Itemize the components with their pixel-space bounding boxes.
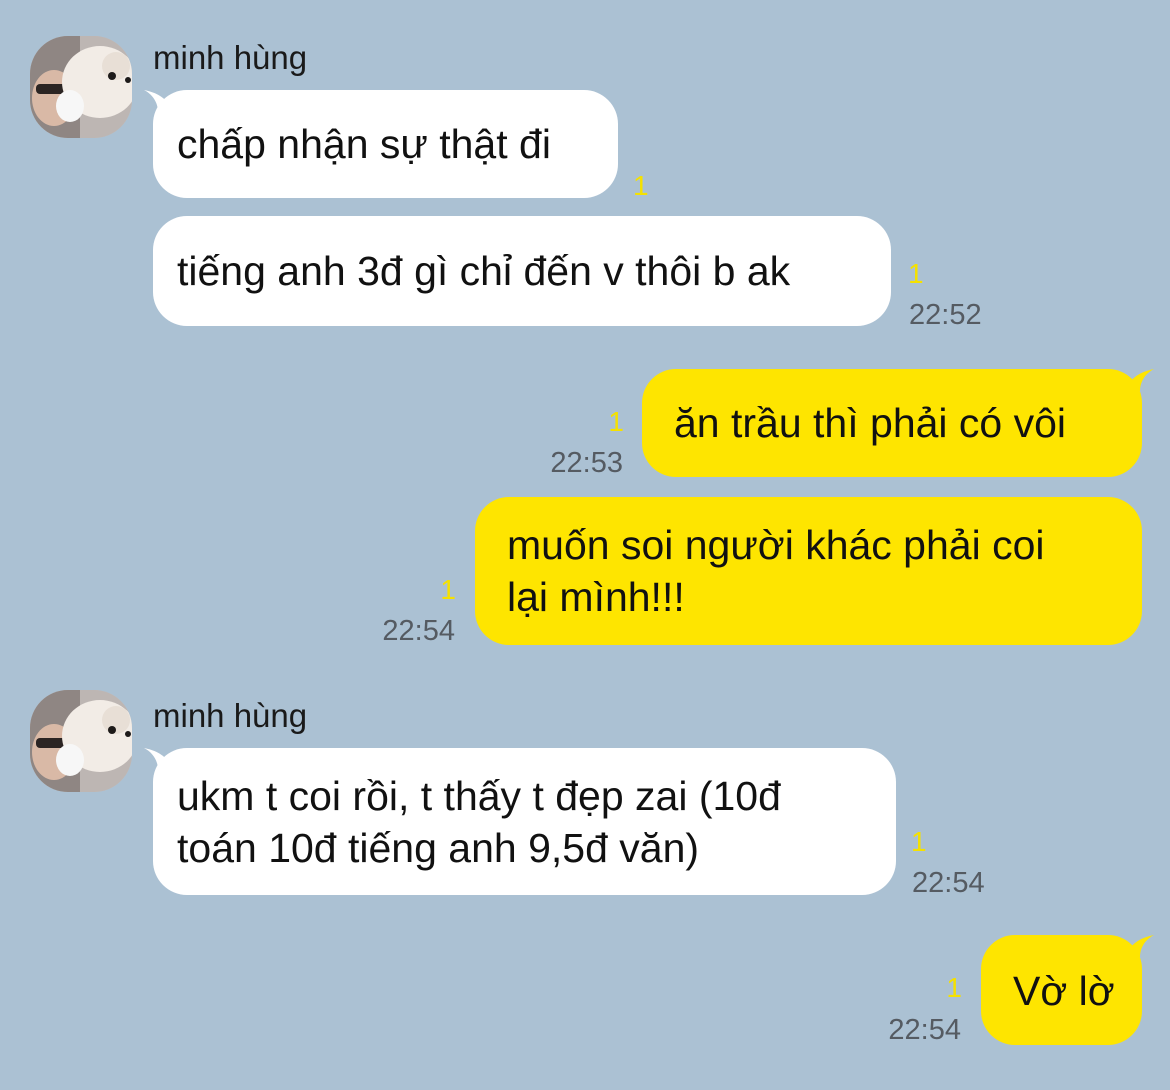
message-text: ăn trầu thì phải có vôi xyxy=(674,400,1067,446)
unread-count: 1 xyxy=(946,972,962,1003)
message-timestamp: 22:52 xyxy=(909,299,982,331)
unread-count: 1 xyxy=(440,574,456,605)
sender-avatar[interactable] xyxy=(30,36,132,138)
message-text: chấp nhận sự thật đi xyxy=(177,121,551,167)
sender-name: minh hùng xyxy=(153,39,308,76)
unread-count: 1 xyxy=(911,826,927,857)
message-bubble-outgoing[interactable]: ăn trầu thì phải có vôi xyxy=(642,369,1142,477)
unread-count: 1 xyxy=(633,170,649,201)
message-text: Vờ lờ xyxy=(1013,968,1115,1014)
message-timestamp: 22:54 xyxy=(912,867,985,899)
sender-avatar[interactable] xyxy=(30,690,132,792)
message-text: muốn soi người khác phải coi lại mình!!! xyxy=(507,522,1045,620)
sender-name: minh hùng xyxy=(153,697,308,734)
message-bubble-incoming[interactable]: ukm t coi rồi, t thấy t đẹp zai (10đ toá… xyxy=(153,748,896,895)
message-bubble-outgoing[interactable]: Vờ lờ xyxy=(981,935,1142,1045)
message-text: tiếng anh 3đ gì chỉ đến v thôi b ak xyxy=(177,248,791,294)
unread-count: 1 xyxy=(608,406,624,437)
unread-count: 1 xyxy=(908,258,924,289)
message-timestamp: 22:54 xyxy=(888,1014,961,1046)
avatar-photo-icon xyxy=(30,690,132,792)
message-bubble-outgoing[interactable]: muốn soi người khác phải coi lại mình!!! xyxy=(475,497,1142,645)
avatar-photo-icon xyxy=(30,36,132,138)
message-bubble-incoming[interactable]: chấp nhận sự thật đi xyxy=(153,90,618,198)
message-text: ukm t coi rồi, t thấy t đẹp zai (10đ toá… xyxy=(177,773,781,871)
message-timestamp: 22:54 xyxy=(382,615,455,647)
message-bubble-incoming[interactable]: tiếng anh 3đ gì chỉ đến v thôi b ak xyxy=(153,216,891,326)
message-timestamp: 22:53 xyxy=(550,447,623,479)
